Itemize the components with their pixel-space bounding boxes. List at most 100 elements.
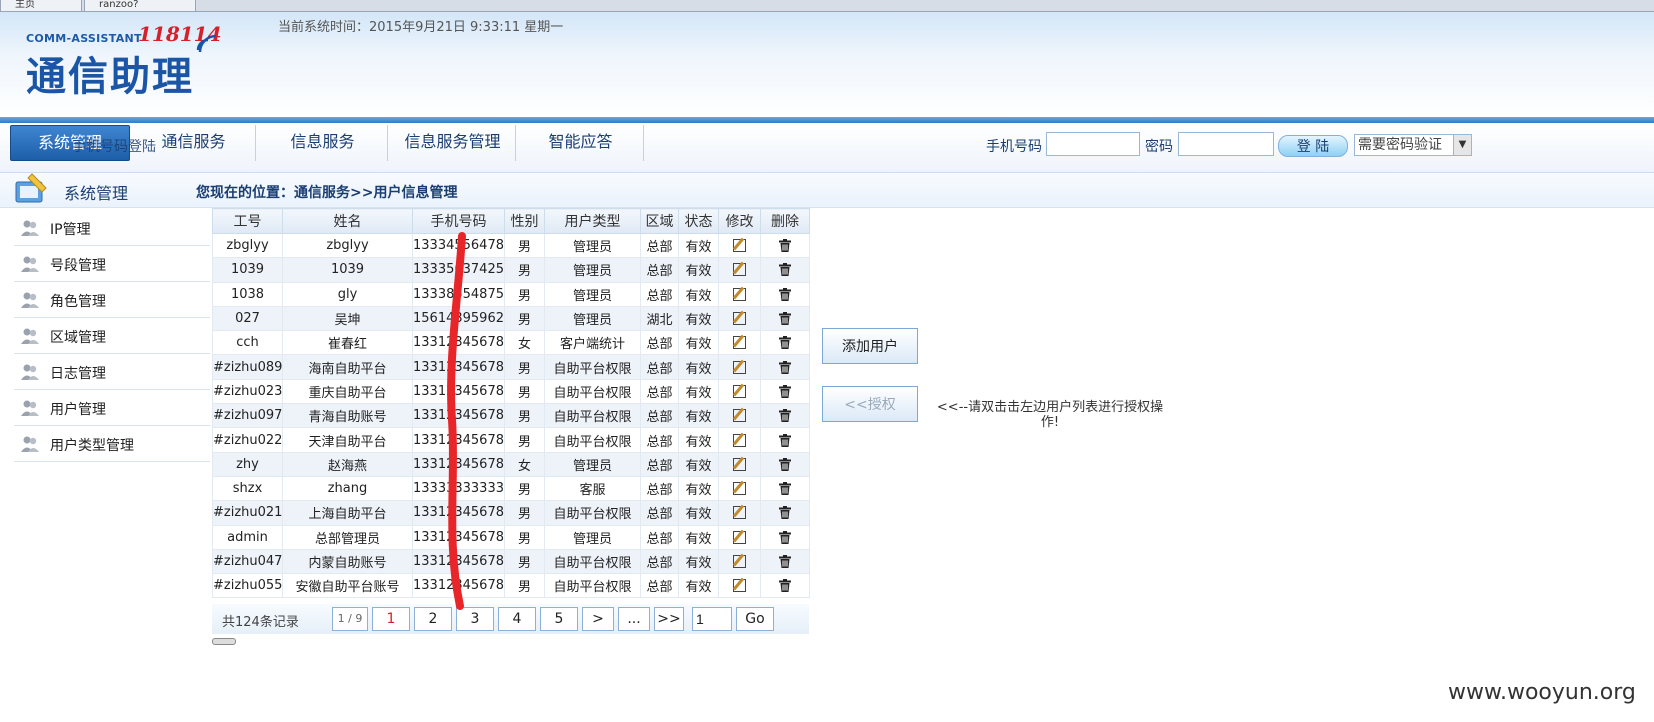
edit-icon[interactable] (733, 360, 746, 374)
edit-cell[interactable] (718, 573, 761, 599)
edit-cell[interactable] (718, 305, 761, 332)
edit-cell[interactable] (718, 451, 761, 477)
table-row[interactable]: 1039 1039 13335637425 男管理员 总部 有效 (212, 257, 810, 283)
trash-icon[interactable] (779, 360, 791, 374)
edit-cell[interactable] (718, 427, 761, 453)
trash-icon[interactable] (779, 457, 791, 471)
delete-cell[interactable] (760, 281, 810, 307)
go-button[interactable]: Go (736, 607, 774, 631)
table-row[interactable]: 1038 gly 13338554875 男管理员 总部 有效 (212, 281, 810, 307)
trash-icon[interactable] (779, 384, 791, 398)
edit-cell[interactable] (718, 403, 761, 429)
sidebar-item[interactable]: 用户类型管理 (14, 426, 210, 462)
table-row[interactable]: admin 总部管理员 13312345678 男管理员 总部 有效 (212, 524, 810, 550)
edit-cell[interactable] (718, 354, 761, 380)
delete-cell[interactable] (760, 354, 810, 380)
trash-icon[interactable] (779, 239, 791, 253)
chevron-down-icon[interactable]: ▼ (1453, 135, 1471, 155)
edit-cell[interactable] (718, 257, 761, 283)
edit-cell[interactable] (718, 378, 761, 405)
table-row[interactable]: zhy 赵海燕 13312345678 女管理员 总部 有效 (212, 451, 810, 477)
browser-tab-home[interactable]: 主页 (0, 0, 82, 12)
auth-mode-select[interactable]: 需要密码验证 ▼ (1354, 134, 1472, 156)
page-1-button[interactable]: 1 (372, 607, 410, 631)
tab-info-service-management[interactable]: 信息服务管理 (390, 125, 516, 161)
delete-cell[interactable] (760, 475, 810, 502)
delete-cell[interactable] (760, 403, 810, 429)
delete-cell[interactable] (760, 427, 810, 453)
column-header[interactable]: 状态 (678, 208, 719, 234)
trash-icon[interactable] (779, 482, 791, 496)
delete-cell[interactable] (760, 451, 810, 477)
trash-icon[interactable] (779, 555, 791, 568)
edit-icon[interactable] (733, 457, 746, 471)
edit-cell[interactable] (718, 475, 761, 502)
edit-icon[interactable] (733, 312, 746, 326)
table-row[interactable]: #zizhu023 重庆自助平台 13312345678 男自助平台权限 总部 有效 (212, 378, 810, 405)
edit-icon[interactable] (733, 384, 746, 398)
password-input[interactable] (1178, 132, 1274, 156)
page-2-button[interactable]: 2 (414, 607, 452, 631)
delete-cell[interactable] (760, 378, 810, 405)
edit-cell[interactable] (718, 330, 761, 356)
edit-icon[interactable] (733, 239, 746, 253)
column-header[interactable]: 手机号码 (412, 208, 505, 234)
edit-icon[interactable] (733, 287, 746, 301)
edit-icon[interactable] (733, 433, 746, 447)
trash-icon[interactable] (779, 579, 791, 593)
trash-icon[interactable] (779, 433, 791, 447)
login-button[interactable]: 登 陆 (1278, 135, 1348, 157)
phone-input[interactable] (1046, 132, 1140, 156)
sidebar-item[interactable]: 区域管理 (14, 318, 210, 354)
add-user-button[interactable]: 添加用户 (822, 328, 918, 364)
table-row[interactable]: zbglyy zbglyy 13334556478 男管理员 总部 有效 (212, 232, 810, 259)
table-row[interactable]: cch 崔春红 13312345678 女客户端统计 总部 有效 (212, 330, 810, 356)
column-header[interactable]: 用户类型 (544, 208, 641, 234)
sidebar-item[interactable]: 日志管理 (14, 354, 210, 390)
trash-icon[interactable] (779, 287, 791, 301)
next-page-button[interactable]: > (582, 607, 614, 631)
column-header[interactable]: 修改 (718, 208, 761, 234)
page-5-button[interactable]: 5 (540, 607, 578, 631)
table-row[interactable]: #zizhu047 内蒙自助账号 13312345678 男自助平台权限 总部 有效 (212, 548, 810, 575)
tab-smart-reply[interactable]: 智能应答 (518, 125, 644, 161)
edit-cell[interactable] (718, 281, 761, 307)
table-row[interactable]: #zizhu021 上海自助平台 13312345678 男自助平台权限 总部 有效 (212, 500, 810, 526)
delete-cell[interactable] (760, 257, 810, 283)
column-header[interactable]: 姓名 (282, 208, 413, 234)
table-row[interactable]: #zizhu089 海南自助平台 13312345678 男自助平台权限 总部 有效 (212, 354, 810, 380)
edit-icon[interactable] (733, 555, 746, 568)
more-pages-button[interactable]: ... (618, 607, 650, 631)
edit-icon[interactable] (733, 506, 746, 520)
table-row[interactable]: 027 吴坤 15614395962 男管理员 湖北 有效 (212, 305, 810, 332)
trash-icon[interactable] (779, 263, 791, 277)
browser-tab-current[interactable]: ranzoo? (84, 0, 196, 12)
edit-icon[interactable] (733, 263, 746, 277)
delete-cell[interactable] (760, 548, 810, 575)
edit-icon[interactable] (733, 336, 746, 350)
edit-cell[interactable] (718, 232, 761, 259)
delete-cell[interactable] (760, 500, 810, 526)
table-row[interactable]: #zizhu055 安徽自助平台账号 13312345678 男自助平台权限 总部 有效 (212, 573, 810, 599)
column-header[interactable]: 删除 (760, 208, 810, 234)
edit-icon[interactable] (733, 482, 746, 496)
trash-icon[interactable] (779, 312, 791, 326)
page-4-button[interactable]: 4 (498, 607, 536, 631)
sidebar-item[interactable]: IP管理 (14, 210, 210, 246)
delete-cell[interactable] (760, 524, 810, 550)
delete-cell[interactable] (760, 232, 810, 259)
delete-cell[interactable] (760, 573, 810, 599)
last-page-button[interactable]: >> (654, 607, 684, 631)
trash-icon[interactable] (779, 506, 791, 520)
edit-icon[interactable] (733, 409, 746, 423)
page-3-button[interactable]: 3 (456, 607, 494, 631)
tab-info-service[interactable]: 信息服务 (258, 125, 388, 161)
delete-cell[interactable] (760, 305, 810, 332)
trash-icon[interactable] (779, 409, 791, 423)
delete-cell[interactable] (760, 330, 810, 356)
column-header[interactable]: 工号 (212, 208, 283, 234)
authorize-button[interactable]: <<授权 (822, 386, 918, 422)
horizontal-scrollbar[interactable] (212, 638, 236, 645)
table-row[interactable]: shzx zhang 13333333333 男客服 总部 有效 (212, 475, 810, 502)
goto-page-input[interactable] (692, 607, 732, 631)
